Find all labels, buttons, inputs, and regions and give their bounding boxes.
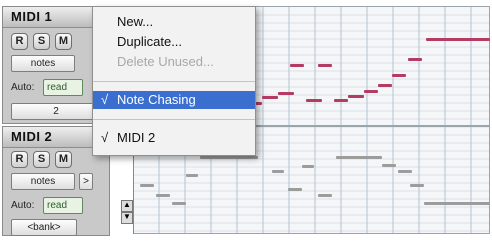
midi-note[interactable]	[364, 90, 378, 93]
menu-item-note-chasing[interactable]: √ Note Chasing	[93, 91, 255, 109]
midi-note[interactable]	[172, 202, 186, 205]
midi-note[interactable]	[334, 99, 348, 102]
menu-item-label: New...	[117, 14, 154, 29]
midi-note[interactable]	[318, 64, 332, 67]
track-popup-menu: New... Duplicate... Delete Unused... √ N…	[92, 6, 256, 156]
midi-note[interactable]	[398, 170, 412, 173]
midi-note[interactable]	[426, 38, 490, 41]
checkmark-icon: √	[101, 130, 109, 145]
midi-note[interactable]	[410, 184, 424, 187]
midi-note[interactable]	[288, 188, 302, 191]
midi-note[interactable]	[382, 164, 396, 167]
menu-item-label: Duplicate...	[117, 34, 183, 49]
midi-note[interactable]	[318, 194, 332, 197]
midi-note[interactable]	[140, 184, 154, 187]
midi-note[interactable]	[186, 174, 198, 177]
menu-separator	[93, 81, 255, 82]
midi-note[interactable]	[302, 165, 314, 168]
midi-note[interactable]	[278, 92, 294, 95]
midi-note[interactable]	[336, 156, 382, 159]
midi-note[interactable]	[156, 194, 170, 197]
midi-note[interactable]	[424, 202, 490, 205]
midi-note[interactable]	[290, 64, 304, 67]
midi-note[interactable]	[262, 96, 278, 99]
midi-note[interactable]	[378, 84, 392, 87]
midi-note[interactable]	[348, 95, 364, 98]
midi-note[interactable]	[408, 58, 422, 61]
menu-separator	[93, 119, 255, 120]
midi-note[interactable]	[200, 156, 258, 159]
menu-item-label: Note Chasing	[117, 92, 196, 107]
menu-item-label: Delete Unused...	[117, 54, 214, 69]
midi-note[interactable]	[392, 74, 406, 77]
checkmark-icon: √	[101, 92, 109, 107]
midi-note[interactable]	[306, 99, 322, 102]
menu-item-label: MIDI 2	[117, 130, 156, 145]
menu-item-midi-2[interactable]: √ MIDI 2	[93, 129, 255, 147]
menu-item-delete-unused: Delete Unused...	[93, 53, 255, 71]
midi-note[interactable]	[272, 170, 284, 173]
menu-item-new[interactable]: New...	[93, 13, 255, 31]
menu-item-duplicate[interactable]: Duplicate...	[93, 33, 255, 51]
